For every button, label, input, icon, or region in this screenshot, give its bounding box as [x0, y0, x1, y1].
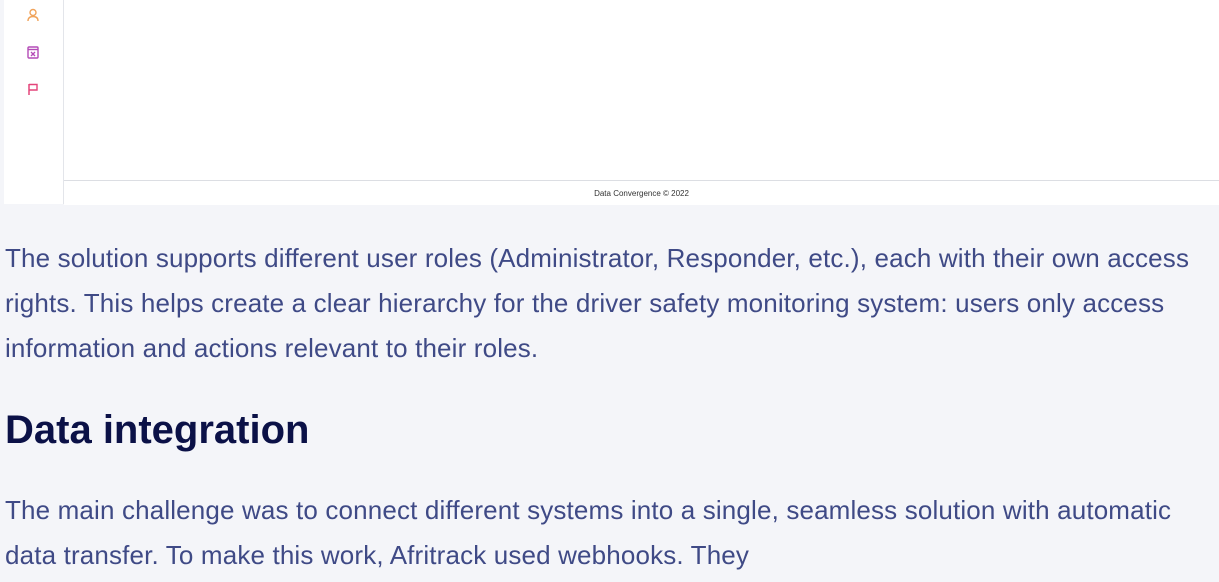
- footer-copyright: Data Convergence © 2022: [594, 189, 689, 198]
- content-area: [64, 0, 1219, 180]
- app-screenshot: Data Convergence © 2022: [4, 0, 1219, 205]
- calendar-x-icon[interactable]: [25, 44, 41, 60]
- flag-icon[interactable]: [25, 81, 41, 97]
- side-nav: [4, 0, 64, 204]
- paragraph-user-roles: The solution supports different user rol…: [5, 243, 1190, 363]
- section-heading: Data integration: [5, 408, 310, 452]
- paragraph-data-integration: The main challenge was to connect differ…: [5, 495, 1172, 570]
- user-icon[interactable]: [25, 7, 41, 23]
- app-footer: Data Convergence © 2022: [64, 180, 1219, 205]
